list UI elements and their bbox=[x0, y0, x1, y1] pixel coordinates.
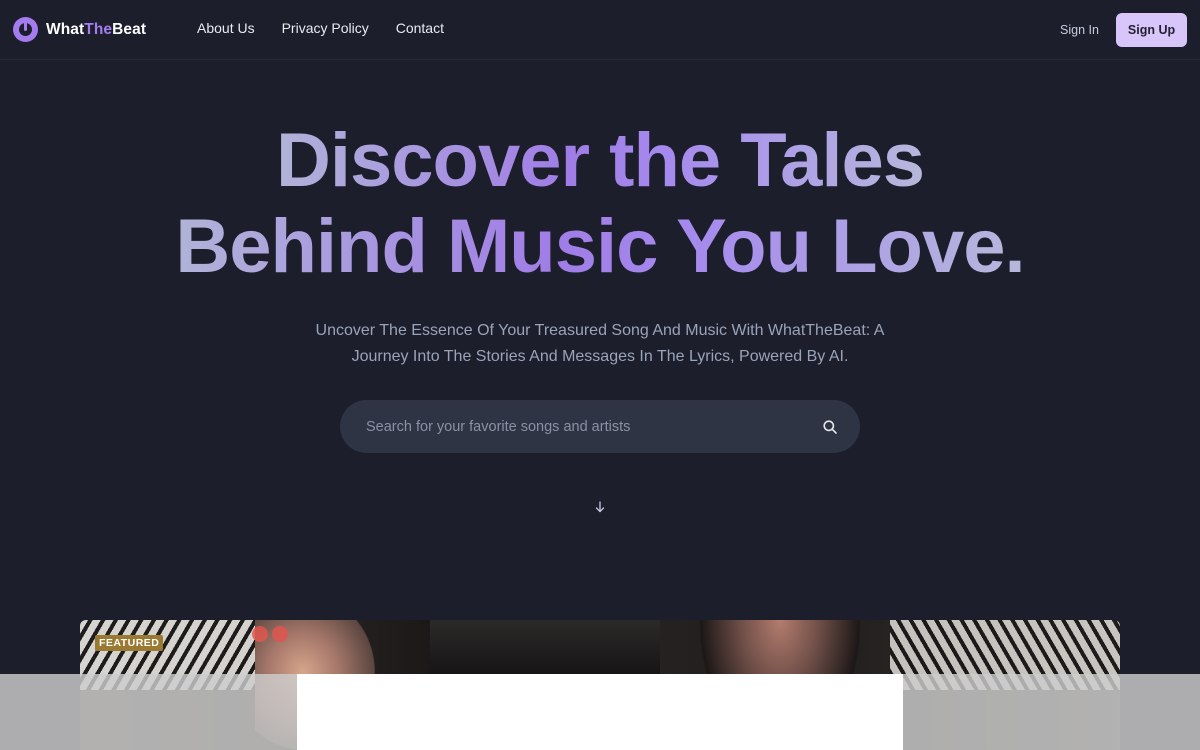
featured-badge: FEATURED bbox=[95, 635, 164, 651]
arrow-down-icon[interactable] bbox=[593, 500, 607, 514]
search-input[interactable] bbox=[366, 400, 806, 453]
red-glasses bbox=[252, 626, 288, 646]
hero-title: Discover the Tales Behind Music You Love… bbox=[0, 118, 1200, 290]
nav-links: About Us Privacy Policy Contact bbox=[197, 20, 444, 36]
modal-dialog bbox=[297, 674, 903, 750]
nav-link-about-us[interactable]: About Us bbox=[197, 20, 255, 36]
top-navbar: WhatTheBeat About Us Privacy Policy Cont… bbox=[0, 0, 1200, 60]
studio-equipment-image bbox=[430, 620, 660, 680]
brand-logo[interactable]: WhatTheBeat bbox=[13, 17, 146, 42]
hero-title-line-2: Behind Music You Love. bbox=[175, 204, 1025, 289]
nav-link-privacy-policy[interactable]: Privacy Policy bbox=[282, 20, 369, 36]
search-bar bbox=[340, 400, 860, 453]
brand-name: WhatTheBeat bbox=[46, 20, 147, 38]
search-icon[interactable] bbox=[822, 419, 838, 435]
sign-in-link[interactable]: Sign In bbox=[1060, 23, 1099, 37]
logo-icon bbox=[13, 17, 38, 42]
hero-subtitle: Uncover The Essence Of Your Treasured So… bbox=[315, 322, 885, 365]
nav-link-contact[interactable]: Contact bbox=[396, 20, 444, 36]
hero-title-line-1: Discover the Tales bbox=[275, 118, 925, 203]
sign-up-button[interactable]: Sign Up bbox=[1116, 13, 1187, 47]
